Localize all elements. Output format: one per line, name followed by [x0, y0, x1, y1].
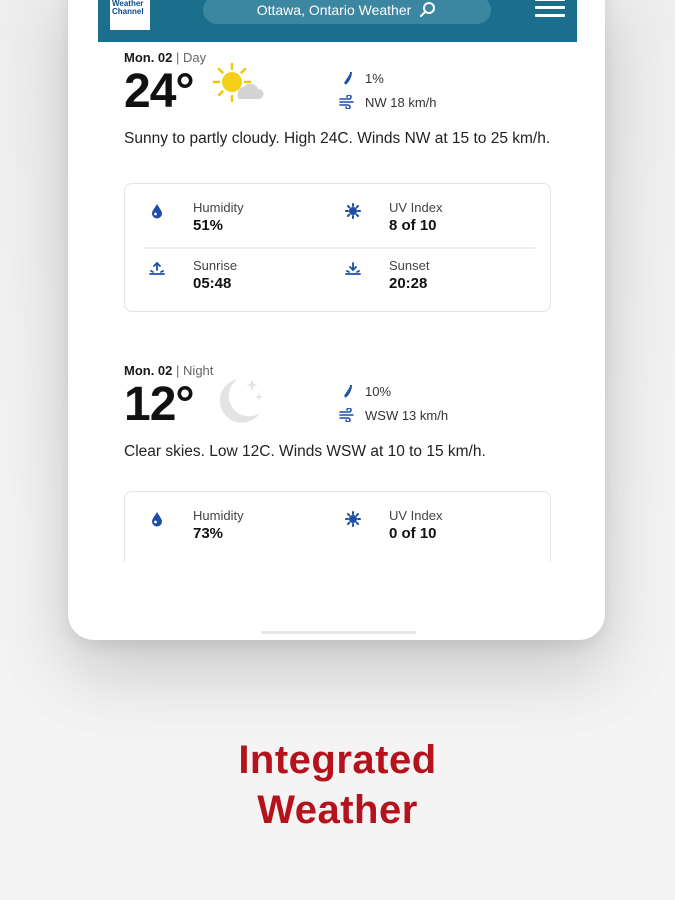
day-uv-value: 8 of 10 [389, 217, 437, 234]
night-date-header: Mon. 02 | Night [124, 363, 554, 378]
day-precip-value: 1% [365, 70, 384, 86]
humidity-drop-icon [152, 512, 162, 527]
location-search-label: Ottawa, Ontario Weather [256, 2, 412, 18]
day-details-card: Humidity 51% UV Index 8 of 10 Sunrise 05… [124, 183, 551, 312]
day-sunrise-label: Sunrise [193, 258, 238, 273]
precipitation-icon [344, 384, 352, 398]
night-right-stats: 10% WSW 13 km/h [339, 379, 448, 427]
day-temperature: 24° [124, 65, 195, 118]
wind-icon [339, 408, 354, 422]
night-period: Night [183, 363, 214, 378]
day-uv-label: UV Index [389, 200, 443, 215]
day-sunrise: Sunrise 05:48 [145, 258, 237, 294]
day-sunset-value: 20:28 [389, 275, 428, 292]
day-sunset-label: Sunset [389, 258, 430, 273]
humidity-drop-icon [152, 204, 162, 219]
precipitation-icon [344, 71, 352, 85]
day-right-stats: 1% NW 18 km/h [339, 66, 437, 114]
hamburger-menu-icon[interactable] [535, 0, 565, 20]
day-wind-value: NW 18 km/h [365, 94, 437, 110]
day-period: Day [183, 50, 207, 65]
night-uv-label: UV Index [389, 508, 443, 523]
day-forecast-section: Mon. 02 | Day 24° 1% NW 18 km/h Sunny to… [124, 50, 554, 330]
tagline-line-1: Integrated [238, 738, 437, 782]
uv-sun-icon [345, 203, 361, 219]
device-frame: The Weather Channel Ottawa, Ontario Weat… [68, 0, 605, 640]
night-humidity-label: Humidity [193, 508, 244, 523]
uv-sun-icon [345, 511, 361, 527]
tagline-line-2: Weather [257, 788, 418, 832]
day-humidity-label: Humidity [193, 200, 244, 215]
night-uv-value: 0 of 10 [389, 525, 437, 542]
sunrise-icon [149, 261, 165, 275]
night-uv-index: UV Index 0 of 10 [341, 508, 442, 544]
search-icon [420, 2, 436, 17]
night-date: Mon. 02 [124, 363, 173, 378]
promo-tagline: Integrated Weather [0, 735, 675, 835]
home-indicator [261, 631, 416, 634]
app-screen: The Weather Channel Ottawa, Ontario Weat… [98, 0, 577, 562]
night-humidity: Humidity 73% [145, 508, 244, 544]
moon-stars-icon [219, 379, 263, 423]
night-precip-value: 10% [365, 383, 392, 399]
sunset-icon [345, 262, 361, 275]
day-date-header: Mon. 02 | Day [124, 50, 554, 65]
day-uv-index: UV Index 8 of 10 [341, 200, 442, 236]
night-forecast-section: Mon. 02 | Night 12° 10% WSW 13 km/h Clea… [124, 363, 554, 562]
sun-partly-cloudy-icon [212, 62, 264, 103]
night-details-card: Humidity 73% UV Index 0 of 10 [124, 491, 551, 562]
day-humidity: Humidity 51% [145, 200, 244, 236]
wind-icon [339, 95, 354, 109]
weather-channel-logo[interactable]: The Weather Channel [110, 0, 150, 30]
day-sunrise-value: 05:48 [193, 275, 232, 292]
day-sunset: Sunset 20:28 [341, 258, 429, 294]
day-humidity-value: 51% [193, 217, 224, 234]
day-separator: | [176, 50, 180, 65]
night-description: Clear skies. Low 12C. Winds WSW at 10 to… [124, 443, 486, 460]
location-search-button[interactable]: Ottawa, Ontario Weather [203, 0, 491, 24]
top-bar: The Weather Channel Ottawa, Ontario Weat… [98, 0, 577, 42]
night-separator: | [176, 363, 180, 378]
day-date: Mon. 02 [124, 50, 173, 65]
card-divider [143, 247, 535, 249]
day-description: Sunny to partly cloudy. High 24C. Winds … [124, 130, 551, 147]
night-temperature: 12° [124, 378, 195, 431]
night-wind-value: WSW 13 km/h [365, 407, 449, 423]
night-humidity-value: 73% [193, 525, 224, 542]
